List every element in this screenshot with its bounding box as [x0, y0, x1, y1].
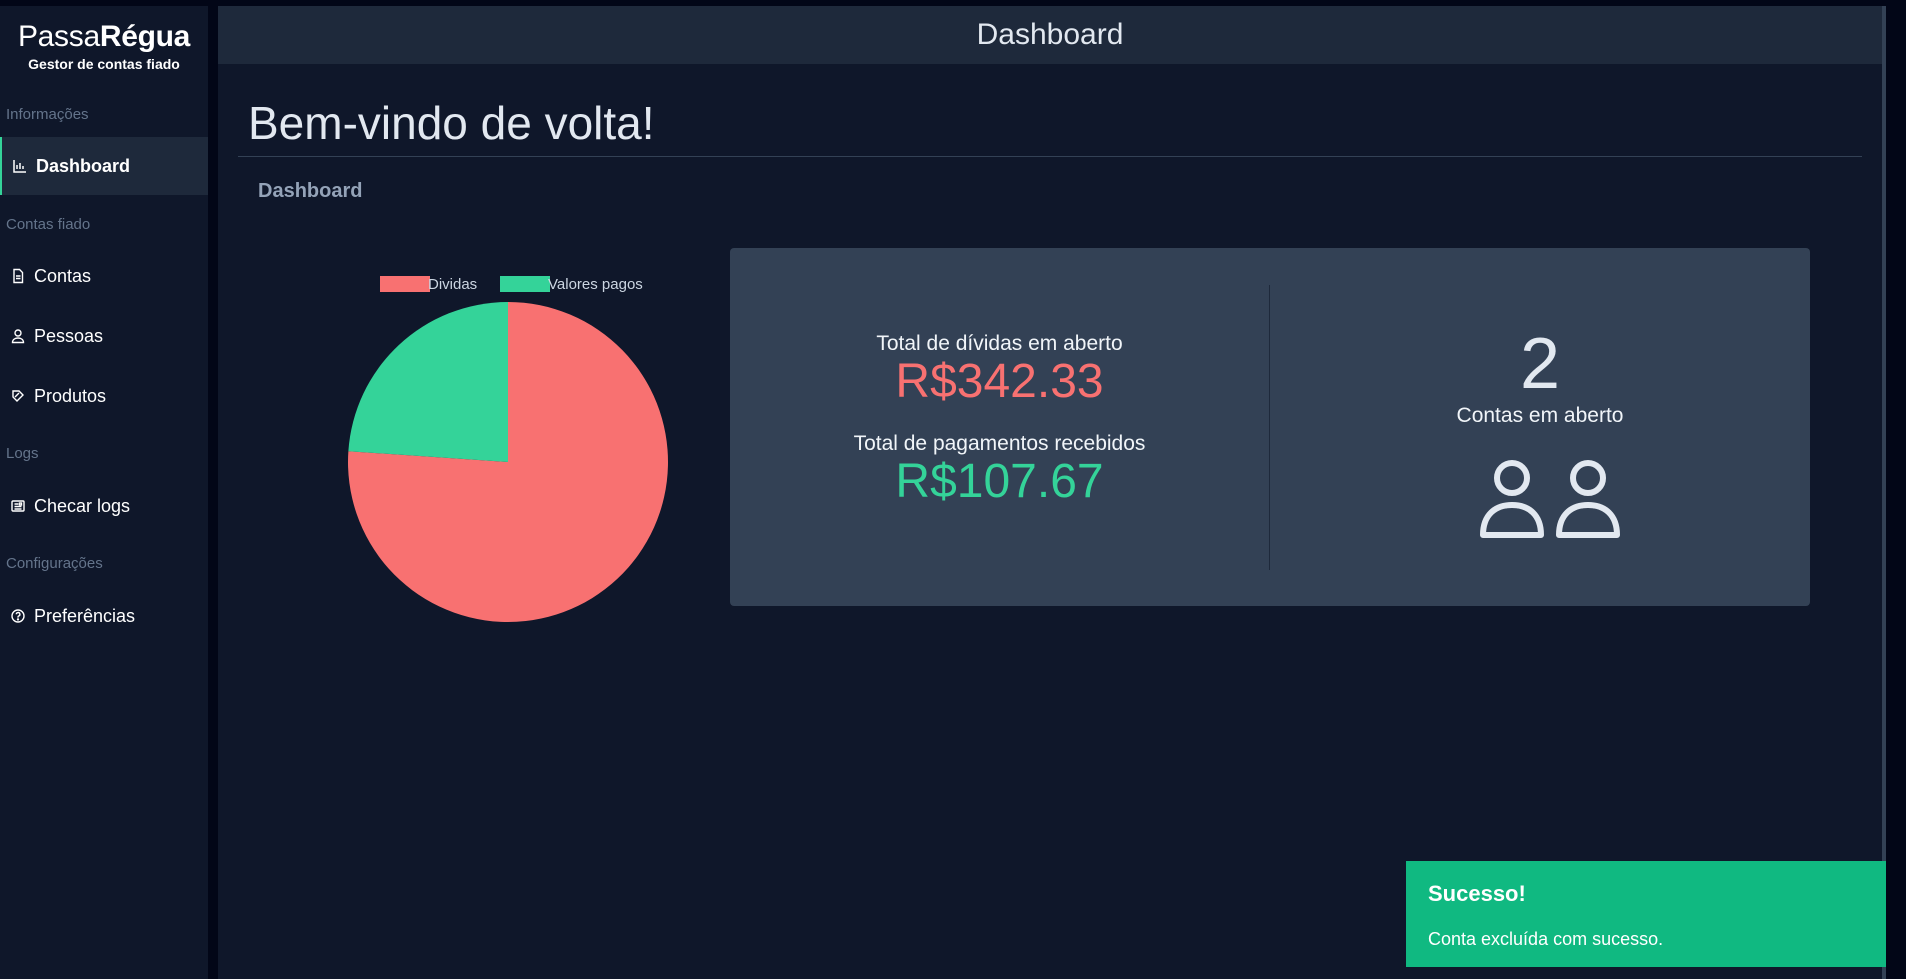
debt-label: Total de dívidas em aberto	[876, 332, 1123, 355]
debt-stat: Total de dívidas em aberto R$342.33	[730, 332, 1269, 408]
section-label-configuracoes: Configurações	[6, 555, 103, 572]
brand-subtitle: Gestor de contas fiado	[28, 56, 180, 72]
toast-message: Conta excluída com sucesso.	[1428, 929, 1664, 949]
brand: PassaRégua Gestor de contas fiado	[0, 6, 208, 72]
sidebar-item-produtos[interactable]: Produtos	[0, 367, 208, 425]
section-label-informacoes: Informações	[6, 106, 89, 123]
sidebar-item-pessoas[interactable]: Pessoas	[0, 307, 208, 365]
page-header: Dashboard	[218, 6, 1882, 64]
paid-value: R$107.67	[895, 455, 1104, 508]
section-label-contas-fiado: Contas fiado	[6, 216, 91, 233]
legend-swatch-0[interactable]	[380, 276, 430, 292]
chart-icon	[12, 158, 28, 174]
paid-label: Total de pagamentos recebidos	[853, 432, 1146, 455]
success-toast[interactable]: Sucesso! Conta excluída com sucesso.	[1406, 861, 1886, 967]
stats-card: Total de dívidas em aberto R$342.33 Tota…	[730, 248, 1810, 606]
open-accounts-count: 2	[1519, 324, 1561, 404]
sidebar-item-label: Preferências	[34, 605, 136, 626]
legend-label-1[interactable]: Valores pagos	[548, 276, 643, 293]
legend-label-0[interactable]: Dividas	[428, 276, 477, 293]
debt-value: R$342.33	[895, 355, 1104, 408]
legend-swatch-1[interactable]	[500, 276, 550, 292]
header-title: Dashboard	[976, 18, 1124, 51]
newspaper-icon	[10, 498, 26, 514]
help-circle-icon	[10, 608, 26, 624]
sidebar-item-label: Checar logs	[34, 495, 131, 516]
users-icon	[1470, 458, 1630, 538]
sidebar: PassaRégua Gestor de contas fiado Inform…	[0, 6, 208, 979]
pie-chart: Dividas Valores pagos	[318, 246, 698, 646]
sidebar-item-contas[interactable]: Contas	[0, 247, 208, 305]
sidebar-item-label: Produtos	[34, 385, 107, 406]
sidebar-gutter	[208, 6, 218, 979]
document-icon	[10, 268, 26, 284]
brand-title: PassaRégua	[0, 20, 208, 54]
sidebar-item-label: Dashboard	[36, 155, 131, 176]
main-content: Dashboard Bem-vindo de volta! Dashboard …	[218, 6, 1882, 979]
user-icon	[10, 328, 26, 344]
window-right-edge	[1886, 0, 1906, 979]
paid-stat: Total de pagamentos recebidos R$107.67	[730, 432, 1269, 508]
brand-title-light: Passa	[17, 20, 100, 53]
pie-chart-svg: Dividas Valores pagos	[348, 276, 668, 622]
toast-title: Sucesso!	[1428, 881, 1526, 906]
section-label-logs: Logs	[6, 445, 39, 462]
sidebar-item-dashboard[interactable]: Dashboard	[0, 137, 208, 195]
tag-icon	[10, 388, 26, 404]
pie-slice-1[interactable]	[348, 302, 508, 462]
sidebar-item-label: Pessoas	[34, 325, 104, 346]
welcome-title: Bem-vindo de volta!	[248, 97, 655, 149]
open-accounts-stat: 2 Contas em aberto	[1270, 324, 1810, 428]
sidebar-item-checar-logs[interactable]: Checar logs	[0, 477, 208, 535]
brand-title-bold: Régua	[99, 20, 191, 53]
sidebar-item-label: Contas	[34, 265, 92, 286]
open-accounts-label: Contas em aberto	[1456, 404, 1624, 427]
sidebar-item-preferencias[interactable]: Preferências	[0, 587, 208, 645]
divider	[238, 156, 1862, 157]
section-title: Dashboard	[258, 180, 363, 202]
